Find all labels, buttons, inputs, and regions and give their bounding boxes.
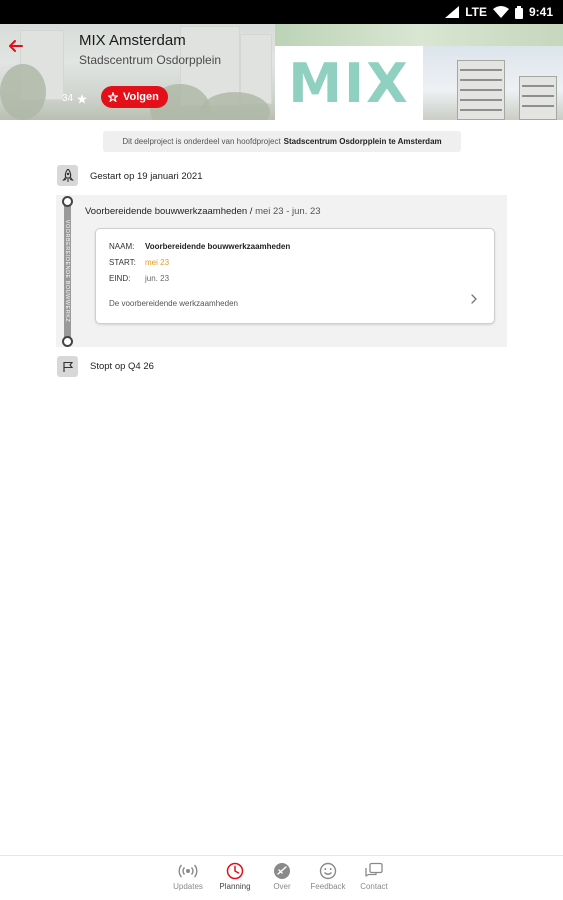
clock-icon (226, 862, 244, 880)
phase-vertical-label: VOORBEREIDENDE BOUWWERKZ (64, 219, 70, 323)
card-name-key: NAAM: (109, 242, 135, 251)
star-icon (77, 93, 88, 104)
parent-project-chip[interactable]: Dit deelproject is onderdeel van hoofdpr… (103, 131, 461, 152)
nav-planning-label: Planning (219, 882, 251, 891)
phase-end-dot (62, 336, 73, 347)
project-header: MIX MIX Amsterdam Stadscentrum Osdorpple… (0, 24, 563, 120)
timeline-start-marker (57, 165, 78, 186)
nav-over[interactable]: Over (258, 862, 306, 891)
header-photo-right (423, 46, 563, 120)
flag-icon (62, 361, 73, 372)
header-photo-top (275, 24, 563, 46)
timeline-start-label: Gestart op 19 januari 2021 (90, 171, 203, 182)
nav-over-label: Over (273, 882, 291, 891)
mix-logo: MIX (275, 46, 423, 120)
card-row-start: START: mei 23 (109, 258, 169, 267)
chat-icon (365, 862, 383, 877)
info-icon (274, 863, 290, 879)
parent-project-link[interactable]: Stadscentrum Osdorpplein te Amsterdam (284, 137, 442, 146)
status-indicators: LTE 9:41 (445, 0, 553, 24)
card-end-key: EIND: (109, 274, 131, 283)
signal-icon (445, 6, 460, 18)
card-description: De voorbereidende werkzaamheden (109, 299, 238, 308)
phase-dates: mei 23 - jun. 23 (255, 206, 321, 217)
project-subtitle: Stadscentrum Osdorpplein (79, 53, 222, 67)
project-title: MIX Amsterdam (79, 32, 186, 49)
follow-button-label: Volgen (123, 91, 159, 103)
follower-count-value: 34 (62, 93, 74, 104)
card-start-value: mei 23 (145, 258, 170, 267)
nav-feedback[interactable]: Feedback (304, 862, 352, 891)
chevron-right-icon (471, 294, 477, 304)
nav-updates-label: Updates (173, 882, 203, 891)
parent-project-prefix: Dit deelproject is onderdeel van hoofdpr… (122, 137, 281, 146)
broadcast-icon (178, 864, 198, 878)
phase-separator: / (247, 206, 256, 217)
clock-time: 9:41 (528, 5, 553, 19)
card-row-name: NAAM: Voorbereidende bouwwerkzaamheden (109, 242, 290, 251)
smiley-icon (319, 862, 337, 880)
nav-contact-label: Contact (360, 882, 388, 891)
card-row-end: EIND: jun. 23 (109, 274, 169, 283)
timeline-end-label: Stopt op Q4 26 (90, 361, 154, 372)
nav-planning[interactable]: Planning (211, 862, 259, 891)
card-start-key: START: (109, 258, 136, 267)
follower-count: 34 (62, 93, 88, 104)
nav-contact[interactable]: Contact (350, 862, 398, 891)
nav-updates[interactable]: Updates (164, 862, 212, 891)
star-outline-icon (108, 92, 118, 102)
phase-header: Voorbereidende bouwwerkzaamheden / mei 2… (85, 206, 321, 217)
phase-card[interactable]: NAAM: Voorbereidende bouwwerkzaamheden ST… (95, 228, 495, 324)
card-end-value: jun. 23 (145, 274, 170, 283)
network-type: LTE (465, 5, 487, 19)
back-button[interactable] (6, 36, 26, 56)
timeline-end-marker (57, 356, 78, 377)
battery-icon (514, 5, 523, 19)
nav-feedback-label: Feedback (310, 882, 346, 891)
bottom-navigation: Updates Planning Over Feedback Contact (0, 855, 563, 900)
wifi-icon (492, 6, 509, 18)
status-bar: LTE 9:41 (0, 0, 563, 24)
mix-logo-text: MIX (288, 52, 410, 115)
arrow-left-icon (9, 40, 23, 52)
follow-button[interactable]: Volgen (101, 86, 168, 108)
phase-title: Voorbereidende bouwwerkzaamheden (85, 206, 248, 217)
rocket-icon (61, 168, 74, 182)
card-name-value: Voorbereidende bouwwerkzaamheden (145, 242, 291, 251)
phase-start-dot (62, 196, 73, 207)
